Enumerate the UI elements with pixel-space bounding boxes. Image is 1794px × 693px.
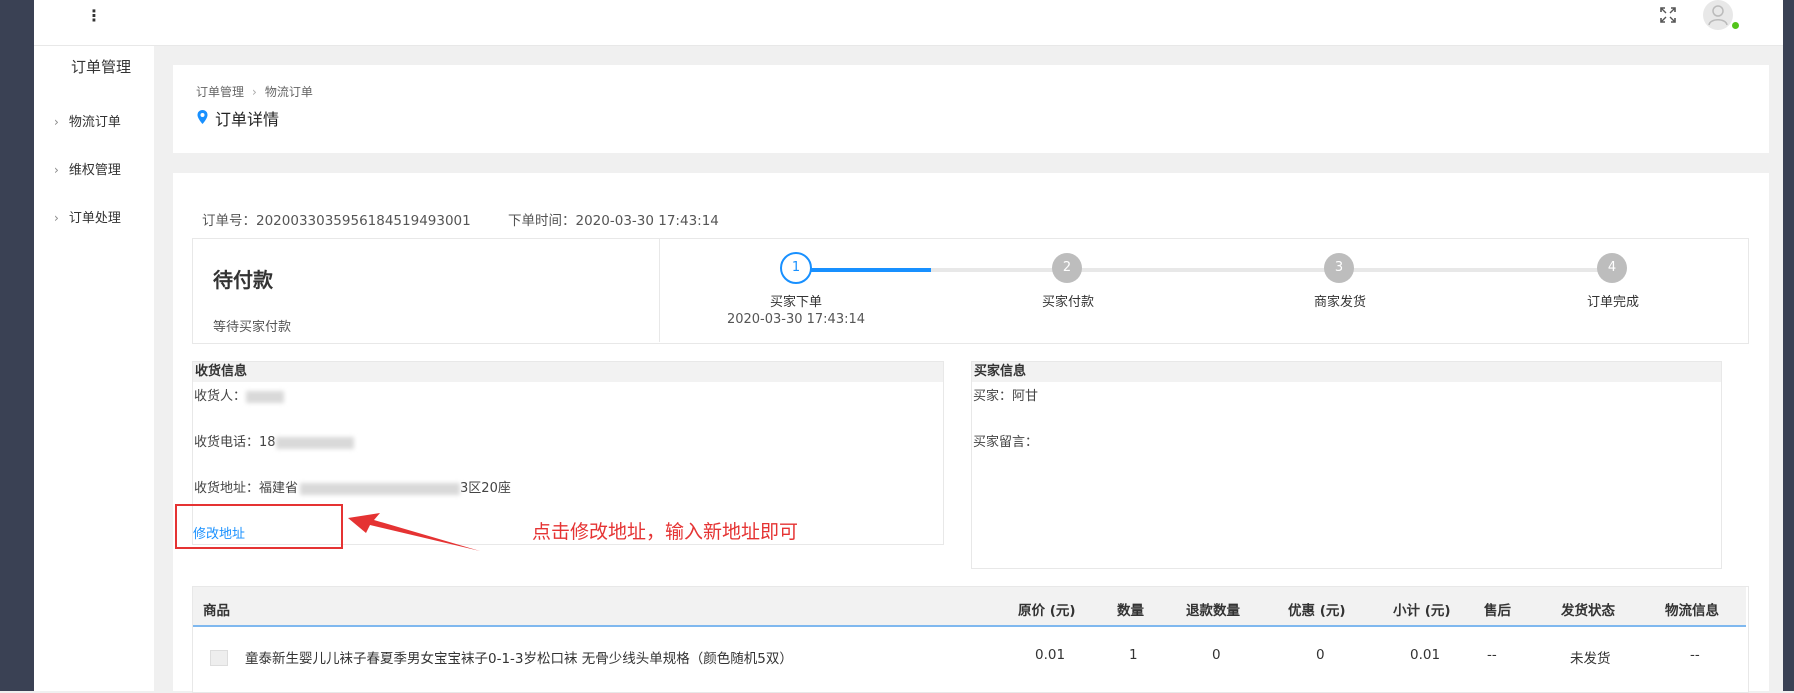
order-time: 下单时间：2020-03-30 17:43:14 xyxy=(508,213,719,229)
step-2-circle: 2 xyxy=(1052,253,1082,283)
step-4-label: 订单完成 xyxy=(1586,295,1639,310)
right-dark-rail xyxy=(1783,0,1794,691)
cell-after-sale: -- xyxy=(1487,647,1497,663)
product-name[interactable]: 童泰新生婴儿儿袜子春夏季男女宝宝袜子0-1-3岁松口袜 无骨少线头单规格（颜色随… xyxy=(245,647,793,667)
col-after-sale: 售后 xyxy=(1484,603,1511,619)
col-product: 商品 xyxy=(203,603,230,619)
col-logistics: 物流信息 xyxy=(1665,603,1719,619)
progress-fill xyxy=(795,268,931,272)
col-qty: 数量 xyxy=(1117,603,1144,619)
chevron-right-icon: › xyxy=(54,115,59,129)
more-menu-icon[interactable]: ⋮ xyxy=(86,6,102,25)
location-pin-icon xyxy=(197,110,208,124)
cell-refund-qty: 0 xyxy=(1212,647,1221,663)
status-title: 待付款 xyxy=(213,268,273,292)
buyer-name: 阿甘 xyxy=(1012,389,1039,404)
breadcrumb-current[interactable]: 物流订单 xyxy=(265,85,313,99)
buyer-info-panel: 买家信息 xyxy=(971,361,1722,569)
cell-subtotal: 0.01 xyxy=(1410,647,1441,663)
left-dark-rail xyxy=(0,0,34,691)
order-time-value: 2020-03-30 17:43:14 xyxy=(575,213,719,229)
cell-ship-status: 未发货 xyxy=(1570,651,1611,667)
step-1-label: 买家下单 xyxy=(769,295,822,310)
step-3-label: 商家发货 xyxy=(1313,295,1366,310)
buyer-row: 买家：阿甘 xyxy=(973,389,1039,404)
cell-logistics[interactable]: -- xyxy=(1690,647,1700,663)
breadcrumb-separator: › xyxy=(252,85,257,99)
sidebar-item-order-processing[interactable]: › 订单处理 xyxy=(54,207,121,226)
phone-redacted xyxy=(275,436,354,449)
highlight-box xyxy=(175,504,343,549)
receiver-row: 收货人： xyxy=(194,385,285,404)
step-4-circle: 4 xyxy=(1597,253,1627,283)
sidebar-item-label: 订单处理 xyxy=(68,211,121,226)
cell-discount: 0 xyxy=(1316,647,1325,663)
col-ship-status: 发货状态 xyxy=(1561,603,1615,619)
sidebar-item-label: 维权管理 xyxy=(68,163,121,178)
address-redacted xyxy=(300,482,461,495)
order-number-value: 2020033035956184519493001 xyxy=(256,213,471,229)
breadcrumb-root[interactable]: 订单管理 xyxy=(196,85,244,99)
sidebar xyxy=(34,46,154,691)
col-subtotal: 小计 (元) xyxy=(1393,603,1451,619)
online-status-dot xyxy=(1732,22,1739,29)
chevron-right-icon: › xyxy=(54,163,59,177)
page-header-card xyxy=(173,65,1769,153)
phone-row: 收货电话：18 xyxy=(194,431,354,450)
shipping-info-heading: 收货信息 xyxy=(193,362,943,382)
col-discount: 优惠 (元) xyxy=(1288,603,1346,619)
order-number: 订单号：2020033035956184519493001 xyxy=(202,213,471,229)
chevron-right-icon: › xyxy=(54,211,59,225)
table-header xyxy=(193,587,1746,627)
col-price: 原价 (元) xyxy=(1018,603,1076,619)
fullscreen-icon[interactable] xyxy=(1657,4,1679,26)
annotation-text: 点击修改地址，输入新地址即可 xyxy=(532,521,799,543)
status-divider xyxy=(659,238,660,342)
step-2-label: 买家付款 xyxy=(1041,295,1094,310)
step-1-circle: 1 xyxy=(780,252,812,284)
breadcrumb: 订单管理 › 物流订单 xyxy=(196,83,313,100)
sidebar-item-label: 物流订单 xyxy=(68,115,121,130)
sidebar-item-logistics-orders[interactable]: › 物流订单 xyxy=(54,111,121,130)
buyer-info-heading: 买家信息 xyxy=(972,362,1721,382)
col-refund-qty: 退款数量 xyxy=(1186,603,1240,619)
buyer-message-row: 买家留言： xyxy=(973,435,1039,450)
cell-qty: 1 xyxy=(1129,647,1138,663)
address-row: 收货地址：福建省 3区20座 xyxy=(194,481,511,496)
receiver-name-redacted xyxy=(246,390,285,403)
step-1-time: 2020-03-30 17:43:14 xyxy=(726,312,866,327)
sidebar-item-rights[interactable]: › 维权管理 xyxy=(54,159,121,178)
product-thumbnail[interactable] xyxy=(210,650,228,666)
status-subtitle: 等待买家付款 xyxy=(213,320,292,335)
top-bar xyxy=(34,0,1783,46)
sidebar-title: 订单管理 xyxy=(71,58,132,76)
step-3-circle: 3 xyxy=(1324,253,1354,283)
cell-price: 0.01 xyxy=(1035,647,1066,663)
page-title: 订单详情 xyxy=(215,110,280,129)
annotation-arrow-icon xyxy=(348,513,480,551)
order-status-box xyxy=(192,238,1749,344)
user-avatar-icon[interactable] xyxy=(1703,0,1733,30)
